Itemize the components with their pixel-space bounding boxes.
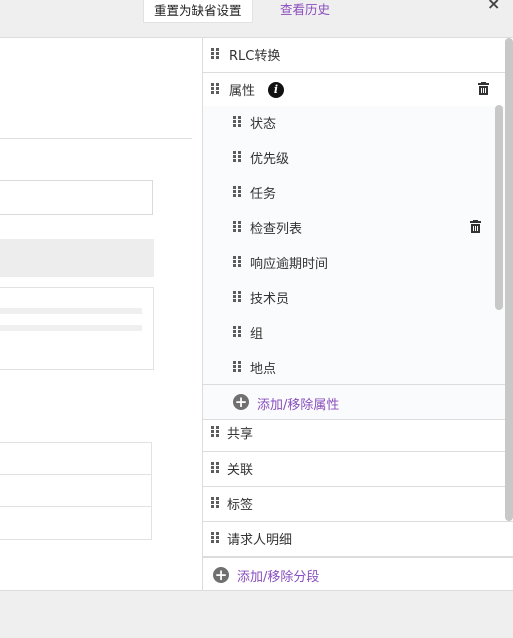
- list-item[interactable]: 组: [203, 316, 513, 351]
- drag-handle-icon[interactable]: [211, 462, 219, 474]
- table-row[interactable]: [0, 443, 151, 475]
- divider: [0, 138, 192, 139]
- list-item[interactable]: 检查列表: [203, 211, 513, 246]
- attribute-label: 任务: [250, 187, 277, 202]
- drag-handle-icon[interactable]: [211, 497, 219, 509]
- add-circle-icon[interactable]: +: [213, 567, 229, 583]
- list-item[interactable]: 地点: [203, 351, 513, 386]
- drag-handle-icon[interactable]: [233, 256, 241, 268]
- attribute-label: 响应逾期时间: [250, 257, 329, 272]
- section-label: 共享: [227, 427, 254, 442]
- table-row[interactable]: [0, 507, 151, 539]
- section-rlc[interactable]: RLC转换: [203, 38, 513, 73]
- drag-handle-icon[interactable]: [233, 151, 241, 163]
- list-item[interactable]: 状态: [203, 106, 513, 141]
- section-share[interactable]: 共享: [203, 420, 513, 452]
- drag-handle-icon[interactable]: [233, 221, 241, 233]
- drag-handle-icon[interactable]: [233, 291, 241, 303]
- trash-icon[interactable]: [470, 220, 481, 233]
- trash-icon[interactable]: [478, 82, 489, 95]
- add-circle-icon[interactable]: +: [233, 394, 249, 410]
- attribute-label: 技术员: [250, 292, 290, 307]
- drag-handle-icon[interactable]: [211, 48, 219, 60]
- attribute-label: 组: [250, 327, 264, 342]
- table-row[interactable]: [0, 475, 151, 507]
- add-remove-attributes-link[interactable]: 添加/移除属性: [257, 394, 339, 413]
- placeholder-line: [0, 308, 142, 314]
- section-tags[interactable]: 标签: [203, 487, 513, 522]
- add-remove-sections-link[interactable]: 添加/移除分段: [237, 566, 319, 585]
- add-remove-sections-row[interactable]: + 添加/移除分段: [203, 557, 513, 590]
- list-item[interactable]: 优先级: [203, 141, 513, 176]
- attribute-label: 优先级: [250, 152, 290, 167]
- sections-panel: RLC转换 属性 i 状态 优先级 任务 检查列表 响应逾期时间 技术员 组 地…: [202, 38, 513, 590]
- section-related[interactable]: 关联: [203, 452, 513, 487]
- footer-bar: [0, 590, 513, 638]
- attributes-scrollbar[interactable]: [495, 105, 503, 310]
- section-label: 标签: [227, 498, 254, 513]
- section-label: 请求人明细: [227, 533, 293, 548]
- top-bar: 重置为缺省设置 查看历史 ×: [0, 0, 513, 38]
- panel-scrollbar[interactable]: [505, 38, 513, 521]
- attribute-label: 地点: [250, 362, 277, 377]
- drag-handle-icon[interactable]: [211, 83, 219, 95]
- section-label: RLC转换: [229, 49, 281, 64]
- text-field[interactable]: [0, 180, 153, 215]
- list-item[interactable]: 响应逾期时间: [203, 246, 513, 281]
- attributes-list: 状态 优先级 任务 检查列表 响应逾期时间 技术员 组 地点 + 添加/移除属性: [203, 106, 513, 420]
- attribute-label: 状态: [250, 117, 277, 132]
- close-icon[interactable]: ×: [487, 0, 500, 12]
- drag-handle-icon[interactable]: [233, 361, 241, 373]
- section-label: 关联: [227, 463, 254, 478]
- section-attributes[interactable]: 属性 i: [203, 73, 513, 107]
- list-item[interactable]: 任务: [203, 176, 513, 211]
- add-remove-attributes-row[interactable]: + 添加/移除属性: [203, 384, 513, 420]
- drag-handle-icon[interactable]: [233, 116, 241, 128]
- field-rows: [0, 442, 152, 540]
- info-icon[interactable]: i: [268, 82, 284, 98]
- reset-to-default-button[interactable]: 重置为缺省设置: [143, 0, 253, 23]
- text-area-card[interactable]: [0, 287, 154, 370]
- list-item[interactable]: 技术员: [203, 281, 513, 316]
- attribute-label: 检查列表: [250, 222, 303, 237]
- section-requester-details[interactable]: 请求人明细: [203, 522, 513, 557]
- placeholder-line: [0, 325, 142, 331]
- view-history-link[interactable]: 查看历史: [280, 0, 330, 19]
- form-preview-pane: [0, 38, 203, 590]
- drag-handle-icon[interactable]: [211, 532, 219, 544]
- drag-handle-icon[interactable]: [211, 426, 219, 438]
- drag-handle-icon[interactable]: [233, 326, 241, 338]
- section-label: 属性: [229, 84, 256, 99]
- drag-handle-icon[interactable]: [233, 186, 241, 198]
- section-header-block: [0, 239, 154, 277]
